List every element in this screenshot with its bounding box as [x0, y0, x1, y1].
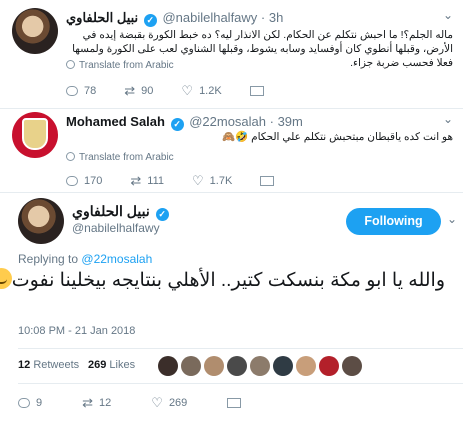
verified-badge-icon: ✓ — [155, 208, 169, 221]
tweet-text: هو انت كده ياقبطان مبتحبش نتكلم علي الحك… — [222, 131, 453, 143]
author-handle[interactable]: @nabilelhalfawy — [72, 221, 160, 235]
reply-count: 9 — [36, 396, 43, 409]
liker-avatars — [158, 356, 362, 376]
avatar[interactable] — [12, 112, 58, 158]
replying-prefix: Replying to — [18, 252, 79, 266]
retweet-icon: ⇄ — [82, 395, 94, 410]
heart-icon: ♡ — [151, 395, 163, 410]
retweets-stat-count: 12 — [18, 359, 31, 371]
tweet-2[interactable]: Mohamed Salah ✓ @22mosalah · 39m ⌄ هو ان… — [0, 108, 463, 193]
smiley-emoji-icon — [0, 268, 12, 289]
replying-to: Replying to @22mosalah — [18, 252, 152, 266]
main-author-name-row: نبيل الحلفاوي ✓ — [72, 203, 171, 221]
author-name[interactable]: Mohamed Salah — [66, 114, 165, 129]
retweet-icon: ⇄ — [124, 83, 136, 98]
mail-icon — [249, 85, 264, 96]
reply-button[interactable]: 170 — [66, 174, 102, 187]
message-button[interactable] — [227, 396, 242, 409]
lfc-crest-icon — [22, 118, 48, 150]
retweet-count: 12 — [99, 396, 112, 409]
reply-button[interactable]: 9 — [18, 396, 42, 409]
retweet-count: 90 — [141, 84, 154, 97]
liker-avatar[interactable] — [296, 356, 316, 376]
reply-icon — [66, 175, 78, 186]
translate-label: Translate from Arabic — [79, 152, 174, 163]
message-button[interactable] — [260, 174, 275, 187]
main-tweet-text-content: والله يا ابو مكة بنسكت كتير.. الأهلي بنت… — [11, 270, 445, 291]
author-name[interactable]: نبيل الحلفاوي — [72, 203, 150, 219]
globe-icon — [66, 60, 75, 69]
liker-avatar[interactable] — [250, 356, 270, 376]
following-button[interactable]: Following — [346, 208, 441, 235]
tweet-time[interactable]: · 3h — [261, 10, 283, 25]
retweets-stat-label: Retweets — [33, 359, 80, 371]
chevron-down-icon[interactable]: ⌄ — [447, 212, 457, 226]
retweet-count: 111 — [147, 174, 164, 187]
like-button[interactable]: ♡ 1.2K — [181, 84, 221, 97]
like-button[interactable]: ♡ 269 — [151, 396, 187, 409]
reply-count: 170 — [84, 174, 103, 187]
likes-stat[interactable]: 269 Likes — [88, 359, 135, 371]
liker-avatar[interactable] — [158, 356, 178, 376]
message-button[interactable] — [249, 84, 264, 97]
globe-icon — [66, 152, 75, 161]
tweet-actions: 170 ⇄ 111 ♡ 1.7K — [66, 174, 302, 187]
mail-icon — [260, 175, 275, 186]
tweet-header: Mohamed Salah ✓ @22mosalah · 39m — [66, 114, 303, 131]
liker-avatar[interactable] — [342, 356, 362, 376]
tweet-1[interactable]: نبيل الحلفاوي ✓ @nabilelhalfawy · 3h ⌄ م… — [0, 0, 463, 109]
heart-icon: ♡ — [192, 173, 204, 188]
tweet-stats: 12 Retweets 269 Likes — [18, 348, 463, 384]
likes-stat-count: 269 — [88, 359, 107, 371]
verified-badge-icon: ✓ — [143, 14, 157, 27]
avatar[interactable] — [12, 8, 58, 54]
reply-count: 78 — [84, 84, 97, 97]
liker-avatar[interactable] — [273, 356, 293, 376]
replying-to-link[interactable]: @22mosalah — [81, 252, 152, 266]
retweet-button[interactable]: ⇄ 90 — [124, 84, 153, 97]
chevron-down-icon[interactable]: ⌄ — [443, 8, 453, 22]
reply-button[interactable]: 78 — [66, 84, 96, 97]
main-tweet-actions: 9 ⇄ 12 ♡ 269 — [18, 396, 269, 409]
translate-link[interactable]: Translate from Arabic — [66, 60, 174, 71]
translate-link[interactable]: Translate from Arabic — [66, 152, 174, 163]
author-name[interactable]: نبيل الحلفاوي — [66, 10, 138, 25]
retweet-button[interactable]: ⇄ 12 — [82, 396, 111, 409]
translate-label: Translate from Arabic — [79, 60, 174, 71]
reply-icon — [18, 397, 30, 408]
liker-avatar[interactable] — [319, 356, 339, 376]
retweet-icon: ⇄ — [130, 173, 142, 188]
liker-avatar[interactable] — [181, 356, 201, 376]
avatar[interactable] — [18, 198, 64, 244]
author-handle[interactable]: @22mosalah — [189, 114, 266, 129]
tweet-time[interactable]: · 39m — [270, 114, 303, 129]
author-handle[interactable]: @nabilelhalfawy — [162, 10, 257, 25]
tweet-actions: 78 ⇄ 90 ♡ 1.2K — [66, 84, 292, 97]
like-count: 1.7K — [209, 174, 233, 187]
heart-icon: ♡ — [181, 83, 194, 98]
liker-avatar[interactable] — [227, 356, 247, 376]
likes-stat-label: Likes — [109, 359, 136, 371]
like-button[interactable]: ♡ 1.7K — [192, 174, 232, 187]
tweet-header: نبيل الحلفاوي ✓ @nabilelhalfawy · 3h — [66, 10, 283, 27]
reply-icon — [66, 85, 78, 96]
liker-avatar[interactable] — [204, 356, 224, 376]
chevron-down-icon[interactable]: ⌄ — [443, 112, 453, 126]
tweet-timestamp[interactable]: 10:08 PM - 21 Jan 2018 — [18, 325, 135, 337]
retweets-stat[interactable]: 12 Retweets — [18, 359, 79, 371]
retweet-button[interactable]: ⇄ 111 — [130, 174, 164, 187]
main-tweet-text: والله يا ابو مكة بنسكت كتير.. الأهلي بنت… — [0, 268, 445, 294]
like-count: 269 — [168, 396, 188, 409]
like-count: 1.2K — [199, 84, 222, 97]
mail-icon — [227, 397, 242, 408]
